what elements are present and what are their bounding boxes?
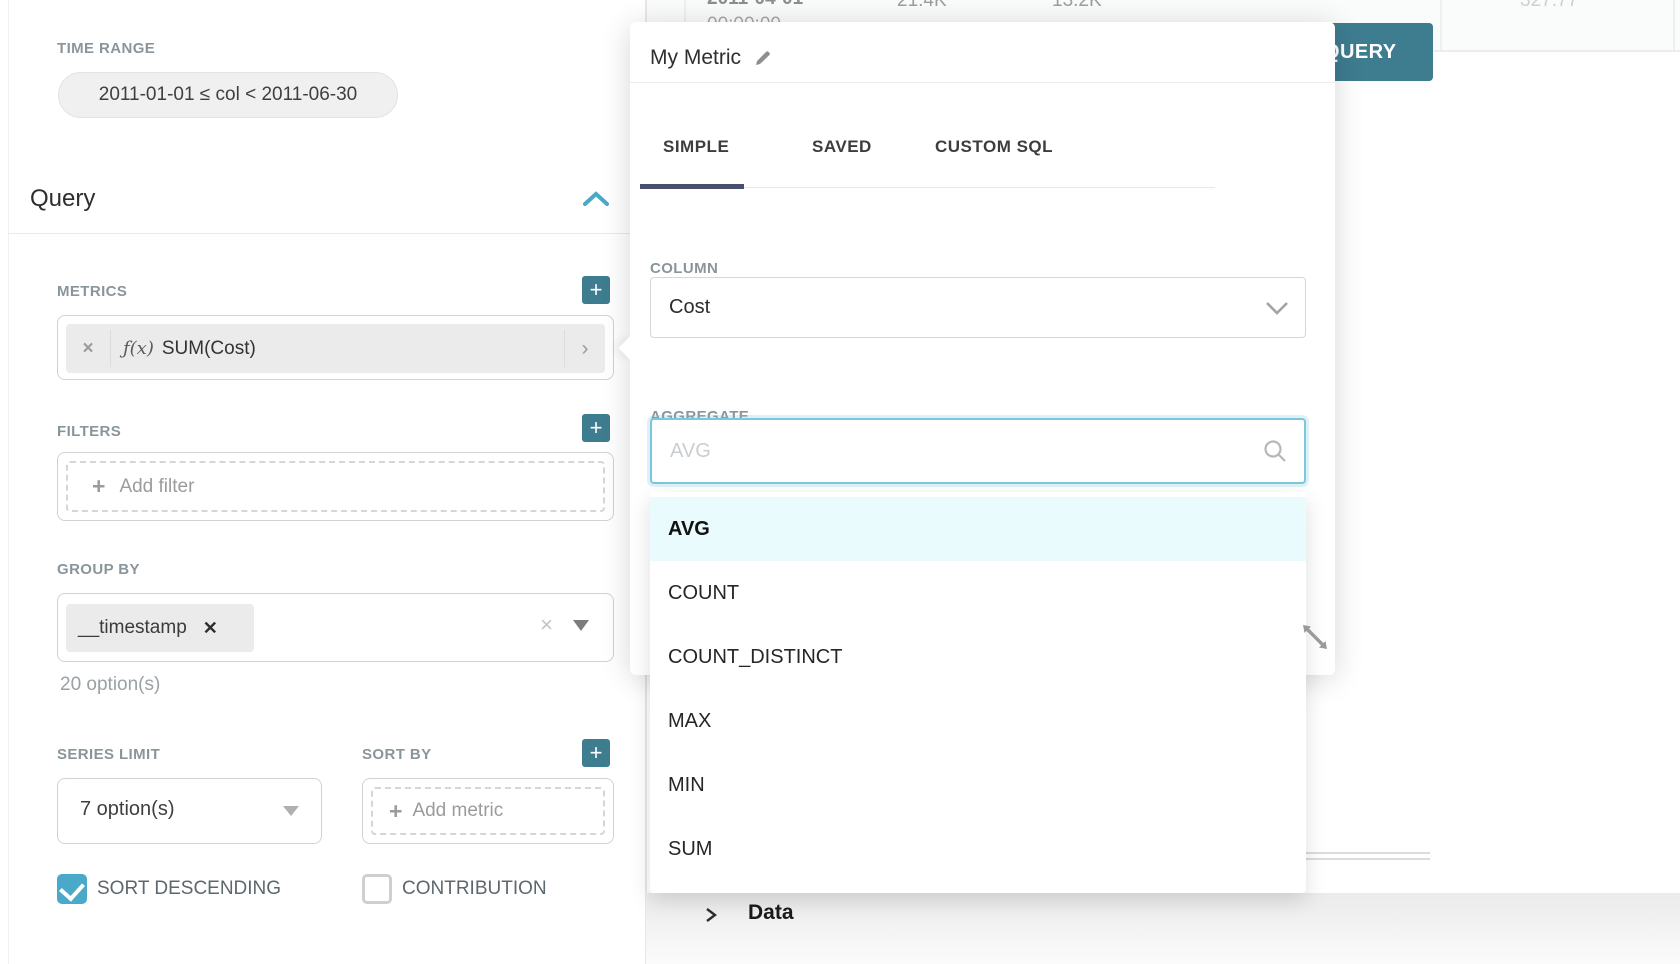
aggregate-option-avg[interactable]: AVG — [650, 497, 1306, 561]
sort-by-field: + Add metric — [362, 778, 614, 844]
column-value: Cost — [669, 296, 710, 319]
query-section-title: Query — [30, 185, 95, 213]
aggregate-option-count-distinct[interactable]: COUNT_DISTINCT — [650, 625, 1306, 689]
panel-left-border — [8, 0, 9, 964]
time-range-pill[interactable]: 2011-01-01 ≤ col < 2011-06-30 — [58, 72, 398, 118]
contribution-checkbox[interactable] — [362, 874, 392, 904]
add-sort-metric-plus-button[interactable]: + — [582, 739, 610, 767]
filters-field: + Add filter — [57, 452, 614, 521]
chevron-down-icon — [1265, 300, 1289, 323]
sort-by-label: SORT BY — [362, 746, 431, 763]
sort-descending-label: SORT DESCENDING — [97, 878, 281, 899]
add-filter-label: Add filter — [119, 476, 194, 498]
table-cell-value: 13.2K — [1052, 0, 1102, 12]
column-select[interactable]: Cost — [650, 277, 1306, 338]
aggregate-option-count[interactable]: COUNT — [650, 561, 1306, 625]
add-filter-button[interactable]: + Add filter — [66, 461, 605, 512]
clear-select-icon[interactable]: × — [540, 612, 553, 638]
pill-separator — [110, 330, 111, 367]
tab-custom-sql[interactable]: CUSTOM SQL — [935, 137, 1053, 157]
filters-label: FILTERS — [57, 423, 121, 440]
data-panel-label: Data — [748, 901, 794, 925]
tab-saved[interactable]: SAVED — [812, 137, 872, 157]
time-range-label: TIME RANGE — [57, 40, 155, 57]
metrics-field: × ƒ(x) SUM(Cost) › — [57, 315, 614, 380]
metric-title: My Metric — [650, 46, 741, 70]
aggregate-option-sum[interactable]: SUM — [650, 817, 1306, 881]
table-gridline — [1440, 0, 1442, 52]
table-gridline — [1673, 0, 1675, 52]
plus-icon: + — [389, 798, 402, 825]
active-tab-indicator — [640, 184, 744, 189]
remove-tag-icon[interactable]: ✕ — [203, 618, 218, 639]
table-cell-value: 21.4K — [897, 0, 947, 12]
edit-pencil-icon[interactable] — [753, 48, 773, 68]
control-panel: TIME RANGE 2011-01-01 ≤ col < 2011-06-30… — [0, 0, 645, 964]
chevron-up-icon[interactable] — [582, 188, 610, 210]
section-divider — [8, 233, 645, 234]
sort-descending-option: SORT DESCENDING — [57, 871, 287, 910]
metrics-label: METRICS — [57, 283, 127, 300]
caret-down-icon[interactable] — [573, 620, 589, 631]
function-icon: ƒ(x) — [123, 338, 154, 359]
aggregate-dropdown-menu: AVG COUNT COUNT_DISTINCT MAX MIN SUM — [650, 492, 1306, 893]
contribution-label: CONTRIBUTION — [402, 878, 547, 899]
caret-down-icon — [283, 806, 299, 816]
chevron-right-icon — [703, 907, 719, 923]
popover-divider — [630, 82, 1335, 83]
add-sort-metric-label: Add metric — [412, 800, 503, 822]
group-by-label: GROUP BY — [57, 561, 140, 578]
tab-simple[interactable]: SIMPLE — [663, 137, 729, 157]
add-metric-plus-button[interactable]: + — [582, 276, 610, 304]
metric-name: SUM(Cost) — [162, 338, 564, 360]
table-cell-value: 327.77 — [1520, 0, 1578, 12]
add-filter-plus-button[interactable]: + — [582, 414, 610, 442]
metric-pill[interactable]: × ƒ(x) SUM(Cost) › — [66, 324, 605, 373]
plus-icon: + — [92, 473, 105, 500]
series-limit-select[interactable]: 7 option(s) — [57, 778, 322, 844]
group-by-options-hint: 20 option(s) — [60, 674, 160, 696]
group-by-select[interactable]: __timestamp ✕ × — [57, 593, 614, 662]
aggregate-option-max[interactable]: MAX — [650, 689, 1306, 753]
contribution-option: CONTRIBUTION — [362, 871, 622, 910]
series-limit-value: 7 option(s) — [80, 798, 175, 821]
group-by-tag-label: __timestamp — [78, 617, 187, 639]
add-sort-metric-button[interactable]: + Add metric — [371, 787, 605, 835]
remove-metric-icon[interactable]: × — [66, 338, 110, 360]
aggregate-option-min[interactable]: MIN — [650, 753, 1306, 817]
aggregate-input[interactable]: AVG — [650, 418, 1306, 484]
metric-expand-icon[interactable]: › — [565, 337, 605, 361]
search-icon — [1262, 438, 1288, 464]
sort-descending-checkbox[interactable] — [57, 874, 87, 904]
data-panel-header[interactable]: Data — [646, 893, 1680, 964]
aggregate-placeholder: AVG — [670, 440, 1262, 463]
group-by-tag: __timestamp ✕ — [66, 604, 254, 652]
column-label: COLUMN — [650, 260, 718, 277]
series-limit-label: SERIES LIMIT — [57, 746, 160, 763]
resize-diagonal-icon[interactable] — [1300, 622, 1330, 652]
table-cell-date: 2011-04-01 — [707, 0, 803, 10]
chart-explorer: 2011-04-01 00:00:00 21.4K 13.2K 327.77 R… — [0, 0, 1680, 964]
